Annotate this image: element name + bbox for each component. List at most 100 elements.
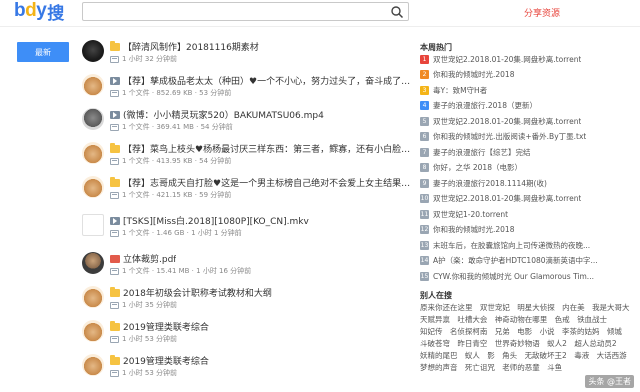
hot-item-text[interactable]: 妻子的浪漫旅行.2018（更新） (433, 100, 537, 111)
latest-button[interactable]: 最新 (17, 42, 69, 62)
result-title[interactable]: (微博：小小精灵玩家520）BAKUMATSU06.mp4 (110, 108, 412, 121)
hot-item[interactable]: 11 双世宠妃1-20.torrent (420, 208, 636, 220)
result-title-text[interactable]: [TSKS][Miss白.2018][1080P][KO_CN].mkv (123, 214, 309, 227)
result-title-text[interactable]: (微博：小小精灵玩家520）BAKUMATSU06.mp4 (123, 108, 324, 121)
search-tag[interactable]: 梦想的声音 (420, 363, 458, 372)
search-input[interactable] (87, 4, 377, 19)
hot-item[interactable]: 7 妻子的浪漫旅行【综艺】完结 (420, 146, 636, 158)
result-thumbnail[interactable] (82, 40, 104, 62)
search-tag[interactable]: 双世宠妃 (480, 303, 510, 312)
search-tag[interactable]: 铁血战士 (577, 315, 607, 324)
search-tag[interactable]: 世界奇妙物语 (495, 339, 540, 348)
hot-item[interactable]: 15 CYW.你和我的倾城时光 Our Glamorous Tim... (420, 270, 636, 282)
search-tag[interactable]: 天赋异禀 (420, 315, 450, 324)
search-tag[interactable]: 无敌破坏王2 (525, 351, 567, 360)
hot-item[interactable]: 2 你和我的倾城时光.2018 (420, 69, 636, 81)
hot-item-text[interactable]: 双世宠妃2.2018.01-20集.网盘秒离.torrent (433, 116, 581, 127)
search-tag[interactable]: 大话西游 (597, 351, 627, 360)
search-tag[interactable]: 斗破苍穹 (420, 339, 450, 348)
result-row[interactable]: [TSKS][Miss白.2018][1080P][KO_CN].mkv 1 个文… (80, 212, 414, 242)
result-title[interactable]: 2018年初级会计职称考试教材和大纲 (110, 286, 412, 299)
result-row[interactable]: 【荐】志哥成天自打脸♥这是一个男主标榜自己绝对不会爱上女主结果打脸到... 1 个… (80, 174, 414, 204)
result-title[interactable]: 【荐】志哥成天自打脸♥这是一个男主标榜自己绝对不会爱上女主结果打脸到... (110, 176, 412, 189)
search-tag[interactable]: 内在美 (562, 303, 585, 312)
result-title-text[interactable]: 【荐】志哥成天自打脸♥这是一个男主标榜自己绝对不会爱上女主结果打脸到... (123, 176, 412, 189)
search-tag[interactable]: 电影 (517, 327, 532, 336)
search-tag[interactable]: 妖精的尾巴 (420, 351, 458, 360)
hot-item[interactable]: 10 双世宠妃2.2018.01-20集.网盘秒离.torrent (420, 193, 636, 205)
result-title[interactable]: [TSKS][Miss白.2018][1080P][KO_CN].mkv (110, 214, 412, 227)
hot-item-text[interactable]: 妻子的浪漫旅行2018.1114期(收) (433, 178, 547, 189)
hot-item-text[interactable]: 你好，之华 2018（电影） (433, 162, 522, 173)
result-title-text[interactable]: 【荐】菜鸟上枝头♥杨杨最讨厌三样东西：第三者，鳏寡，还有小白脸。可若... (123, 142, 412, 155)
hot-item[interactable]: 5 双世宠妃2.2018.01-20集.网盘秒离.torrent (420, 115, 636, 127)
result-row[interactable]: (微博：小小精灵玩家520）BAKUMATSU06.mp4 1 个文件 · 369… (80, 106, 414, 136)
hot-item-text[interactable]: 毒Y：致M守H者 (433, 85, 487, 96)
result-row[interactable]: 立体裁剪.pdf 1 个文件 · 15.41 MB · 1 小时 16 分钟前 (80, 250, 414, 280)
result-title[interactable]: 【荐】菜鸟上枝头♥杨杨最讨厌三样东西：第三者，鳏寡，还有小白脸。可若... (110, 142, 412, 155)
hot-item-text[interactable]: 你和我的倾城时光.出版阅读+番外.By丁墨.txt (433, 131, 586, 142)
search-icon[interactable] (390, 5, 404, 19)
hot-item-text[interactable]: 末班车后，在胶囊旅馆向上司传递微热的夜晚... (433, 240, 590, 251)
search-tag[interactable]: 毒液 (574, 351, 589, 360)
search-tag[interactable]: 李茶的姑妈 (562, 327, 600, 336)
search-tag[interactable]: 兄弟 (495, 327, 510, 336)
search-tag[interactable]: 吐槽大会 (457, 315, 487, 324)
share-resource-link[interactable]: 分享资源 (524, 6, 560, 19)
result-thumbnail[interactable] (82, 354, 104, 376)
search-tag[interactable]: 明星大侦探 (517, 303, 555, 312)
search-tag[interactable]: 超人总动员2 (574, 339, 616, 348)
hot-item-text[interactable]: 你和我的倾城时光.2018 (433, 69, 514, 80)
result-title-text[interactable]: 2019管理类联考综合 (123, 320, 209, 333)
result-thumbnail[interactable] (82, 108, 104, 130)
result-thumbnail[interactable] (82, 74, 104, 96)
search-tag[interactable]: 昨日青空 (457, 339, 487, 348)
result-thumbnail[interactable] (82, 142, 104, 164)
hot-item-text[interactable]: 双世宠妃1-20.torrent (433, 209, 508, 220)
result-title-text[interactable]: 【荐】孳成极品老太太（种田）♥一个不小心，努力过头了，奋斗成了侯夫人。 (123, 74, 412, 87)
result-thumbnail[interactable] (82, 286, 104, 308)
search-box[interactable] (82, 2, 409, 21)
result-row[interactable]: 【荐】孳成极品老太太（种田）♥一个不小心，努力过头了，奋斗成了侯夫人。 1 个文件… (80, 72, 414, 102)
hot-item-text[interactable]: CYW.你和我的倾城时光 Our Glamorous Tim... (433, 271, 594, 282)
search-tag[interactable]: 倾城 (607, 327, 622, 336)
hot-item-text[interactable]: 你和我的倾城时光.2018 (433, 224, 514, 235)
result-row[interactable]: 【醉清风制作】20181116期素材 1 小时 32 分钟前 (80, 38, 414, 68)
hot-item[interactable]: 1 双世宠妃2.2018.01-20集.网盘秒离.torrent (420, 53, 636, 65)
result-title[interactable]: 【醉清风制作】20181116期素材 (110, 40, 412, 53)
search-tag[interactable]: 影 (487, 351, 495, 360)
hot-item-text[interactable]: A护（楽：敢命守护者HDTC1080滴新英语中字... (433, 255, 598, 266)
hot-item[interactable]: 6 你和我的倾城时光.出版阅读+番外.By丁墨.txt (420, 131, 636, 143)
hot-item-text[interactable]: 妻子的浪漫旅行【综艺】完结 (433, 147, 531, 158)
search-tag[interactable]: 蚁人 (465, 351, 480, 360)
result-thumbnail[interactable] (82, 252, 104, 274)
hot-item[interactable]: 3 毒Y：致M守H者 (420, 84, 636, 96)
search-tag[interactable]: 神奇动物在哪里 (495, 315, 548, 324)
result-thumbnail[interactable] (82, 176, 104, 198)
search-tag[interactable]: 死亡诅咒 (465, 363, 495, 372)
result-row[interactable]: 2019管理类联考综合 1 小时 53 分钟前 (80, 318, 414, 348)
result-title[interactable]: 立体裁剪.pdf (110, 252, 412, 265)
search-tag[interactable]: 色戒 (555, 315, 570, 324)
search-tag[interactable]: 知妃传 (420, 327, 443, 336)
result-title-text[interactable]: 2018年初级会计职称考试教材和大纲 (123, 286, 272, 299)
search-tag[interactable]: 原来你还在这里 (420, 303, 473, 312)
result-title-text[interactable]: 【醉清风制作】20181116期素材 (123, 40, 259, 53)
result-title[interactable]: 2019管理类联考综合 (110, 320, 412, 333)
search-tag[interactable]: 老师的恶童 (502, 363, 540, 372)
result-title[interactable]: 【荐】孳成极品老太太（种田）♥一个不小心，努力过头了，奋斗成了侯夫人。 (110, 74, 412, 87)
result-thumbnail[interactable] (82, 214, 104, 236)
search-tag[interactable]: 小说 (540, 327, 555, 336)
search-tag[interactable]: 名侦探柯南 (450, 327, 488, 336)
hot-item[interactable]: 14 A护（楽：敢命守护者HDTC1080滴新英语中字... (420, 255, 636, 267)
hot-item[interactable]: 9 妻子的浪漫旅行2018.1114期(收) (420, 177, 636, 189)
search-tag[interactable]: 蚁人2 (547, 339, 567, 348)
result-row[interactable]: 【荐】菜鸟上枝头♥杨杨最讨厌三样东西：第三者，鳏寡，还有小白脸。可若... 1 个… (80, 140, 414, 170)
result-title[interactable]: 2019管理类联考综合 (110, 354, 412, 367)
hot-item[interactable]: 13 末班车后，在胶囊旅馆向上司传递微热的夜晚... (420, 239, 636, 251)
result-title-text[interactable]: 立体裁剪.pdf (123, 252, 176, 265)
site-logo[interactable]: bdy搜 (14, 0, 64, 23)
result-title-text[interactable]: 2019管理类联考综合 (123, 354, 209, 367)
search-tag[interactable]: 角头 (502, 351, 517, 360)
search-tag[interactable]: 我是大哥大 (592, 303, 630, 312)
